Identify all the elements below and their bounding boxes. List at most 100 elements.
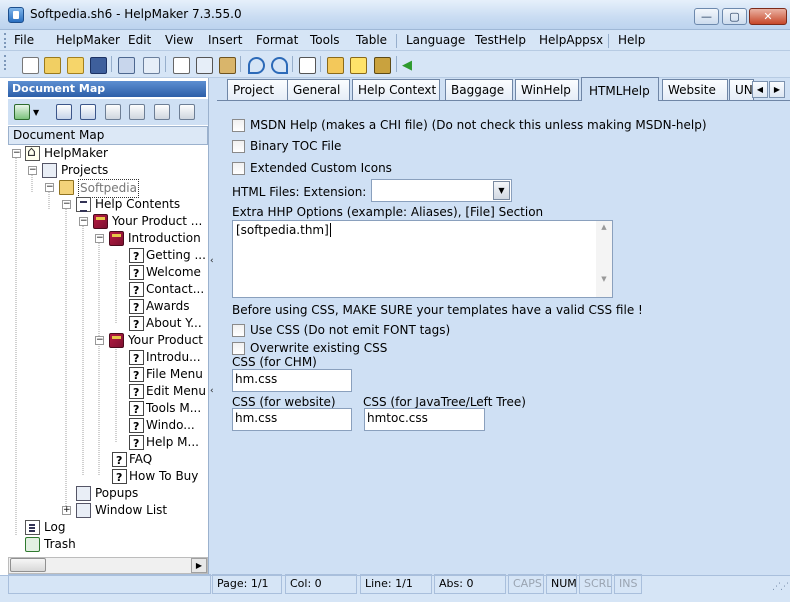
- collapse-icon[interactable]: −: [95, 234, 104, 243]
- menu-insert[interactable]: Insert: [208, 33, 242, 47]
- collapse-icon[interactable]: −: [12, 149, 21, 158]
- book-icon[interactable]: [374, 57, 391, 74]
- tree-item[interactable]: − Your Product ...: [8, 213, 208, 230]
- maximize-button[interactable]: ▢: [722, 8, 747, 25]
- save-icon[interactable]: [90, 57, 107, 74]
- topic-list-icon[interactable]: [80, 104, 96, 120]
- menu-helpappsx[interactable]: HelpAppsx: [539, 33, 603, 47]
- menu-grip[interactable]: [4, 33, 7, 48]
- dropdown-arrow-icon[interactable]: ▼: [33, 108, 39, 117]
- close-button[interactable]: ✕: [749, 8, 787, 25]
- page-icon[interactable]: [299, 57, 316, 74]
- tree-item[interactable]: Popups: [8, 485, 208, 502]
- move-left-icon[interactable]: [105, 104, 121, 120]
- tab-scroll-right-icon[interactable]: ▶: [769, 81, 785, 98]
- html-extension-select[interactable]: [371, 179, 512, 202]
- css-website-input[interactable]: hm.css: [232, 408, 352, 431]
- resize-grip-icon[interactable]: ⋰⋰: [772, 582, 789, 596]
- collapse-icon[interactable]: −: [95, 336, 104, 345]
- css-tree-input[interactable]: hmtoc.css: [364, 408, 485, 431]
- minimize-button[interactable]: —: [694, 8, 719, 25]
- tree-item[interactable]: Log: [8, 519, 208, 536]
- paste-icon[interactable]: [219, 57, 236, 74]
- collapse-icon[interactable]: −: [45, 183, 54, 192]
- open-folder-icon[interactable]: [67, 57, 84, 74]
- menu-table[interactable]: Table: [356, 33, 387, 47]
- tree-item[interactable]: − Projects: [8, 162, 208, 179]
- tree-item[interactable]: Windo...: [8, 417, 208, 435]
- go-icon[interactable]: ◀: [402, 59, 412, 72]
- app-icon[interactable]: [8, 7, 24, 23]
- extended-icons-checkbox[interactable]: [232, 162, 245, 175]
- tree-item[interactable]: + Window List: [8, 502, 208, 519]
- menu-view[interactable]: View: [165, 33, 193, 47]
- menu-edit[interactable]: Edit: [128, 33, 151, 47]
- document-tree[interactable]: − HelpMaker − Projects − Softpedia − Hel…: [8, 145, 208, 557]
- tree-item[interactable]: − Softpedia: [8, 179, 208, 198]
- tree-item[interactable]: How To Buy: [8, 468, 208, 486]
- pane-splitter[interactable]: [209, 78, 217, 575]
- collapse-icon[interactable]: −: [62, 200, 71, 209]
- menu-helpmaker[interactable]: HelpMaker: [56, 33, 120, 47]
- menu-language[interactable]: Language: [406, 33, 465, 47]
- collapse-icon[interactable]: −: [28, 166, 37, 175]
- menu-file[interactable]: File: [14, 33, 34, 47]
- textarea-scrollbar[interactable]: ▲ ▼: [596, 221, 612, 297]
- menu-format[interactable]: Format: [256, 33, 298, 47]
- msdn-help-checkbox[interactable]: [232, 119, 245, 132]
- help-icon[interactable]: [350, 57, 367, 74]
- collapse-pane-icon[interactable]: ‹: [210, 386, 216, 396]
- scroll-down-icon[interactable]: ▼: [596, 275, 612, 283]
- undo-icon[interactable]: [248, 57, 265, 74]
- redo-icon[interactable]: [271, 57, 288, 74]
- menu-testhelp[interactable]: TestHelp: [475, 33, 526, 47]
- tree-item[interactable]: − HelpMaker: [8, 145, 208, 162]
- overwrite-css-checkbox[interactable]: [232, 342, 245, 355]
- menu-help[interactable]: Help: [618, 33, 645, 47]
- tree-item[interactable]: Introdu...: [8, 349, 208, 367]
- add-topic-icon[interactable]: [14, 104, 30, 120]
- use-css-checkbox[interactable]: [232, 324, 245, 337]
- tab-general[interactable]: General: [287, 79, 350, 100]
- menu-tools[interactable]: Tools: [310, 33, 340, 47]
- tree-item[interactable]: Contact...: [8, 281, 208, 299]
- properties-icon[interactable]: [118, 57, 135, 74]
- export-icon[interactable]: [327, 57, 344, 74]
- chevron-down-icon[interactable]: ▼: [493, 181, 510, 200]
- expand-icon[interactable]: +: [62, 506, 71, 515]
- copy-icon[interactable]: [173, 57, 190, 74]
- move-down-icon[interactable]: [129, 104, 145, 120]
- tab-help-context[interactable]: Help Context: [352, 79, 440, 100]
- collapse-icon[interactable]: −: [79, 217, 88, 226]
- collapse-pane-icon[interactable]: ‹: [210, 256, 216, 266]
- tab-winhelp[interactable]: WinHelp: [515, 79, 579, 100]
- tree-item[interactable]: About Y...: [8, 315, 208, 333]
- tree-item[interactable]: − Your Product: [8, 332, 208, 349]
- tree-item[interactable]: File Menu: [8, 366, 208, 384]
- tab-scroll-left-icon[interactable]: ◀: [752, 81, 768, 98]
- binary-toc-checkbox[interactable]: [232, 140, 245, 153]
- tree-item[interactable]: Tools M...: [8, 400, 208, 418]
- scroll-up-icon[interactable]: ▲: [596, 223, 612, 231]
- tab-website[interactable]: Website: [662, 79, 728, 100]
- move-right-icon[interactable]: [179, 104, 195, 120]
- tab-baggage[interactable]: Baggage: [445, 79, 513, 100]
- tree-item[interactable]: Awards: [8, 298, 208, 316]
- tree-item[interactable]: Trash: [8, 536, 208, 553]
- tree-item[interactable]: Edit Menu: [8, 383, 208, 401]
- edit-topic-icon[interactable]: [56, 104, 72, 120]
- scrollbar-thumb[interactable]: [10, 558, 46, 572]
- css-chm-input[interactable]: hm.css: [232, 369, 352, 392]
- tree-item[interactable]: Help M...: [8, 434, 208, 452]
- new-icon[interactable]: [22, 57, 39, 74]
- tree-item[interactable]: FAQ: [8, 451, 208, 469]
- toolbar-grip[interactable]: [4, 55, 7, 70]
- tab-htmlhelp[interactable]: HTMLHelp: [581, 77, 659, 101]
- cut-icon[interactable]: [196, 57, 213, 74]
- move-up-icon[interactable]: [154, 104, 170, 120]
- tree-item[interactable]: − Help Contents: [8, 196, 208, 213]
- tab-project[interactable]: Project: [227, 79, 288, 100]
- open-icon[interactable]: [44, 57, 61, 74]
- tree-item[interactable]: − Introduction: [8, 230, 208, 247]
- scroll-right-icon[interactable]: ▶: [191, 558, 207, 573]
